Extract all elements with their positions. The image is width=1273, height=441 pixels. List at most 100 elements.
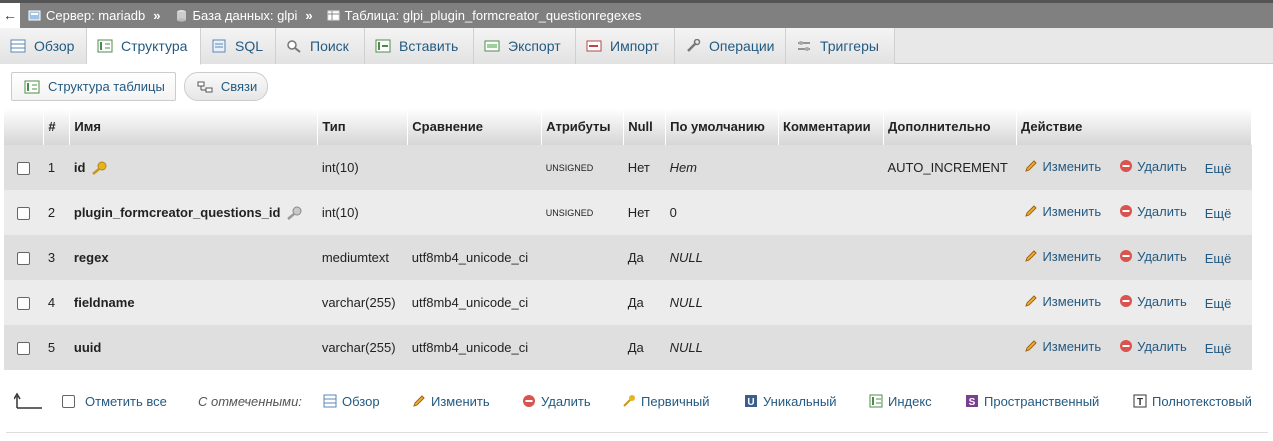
field-name[interactable]: plugin_formcreator_questions_id [74, 205, 281, 220]
edit-button[interactable]: Изменить [1024, 159, 1101, 174]
column-header[interactable]: Null [623, 108, 667, 145]
svg-text:S: S [969, 397, 976, 408]
triggers-icon [798, 41, 810, 51]
bulk-unique-label: Уникальный [763, 393, 837, 409]
delete-label: Удалить [1137, 203, 1187, 219]
row-checkbox[interactable] [17, 342, 31, 356]
row-actions: Изменить Удалить Ещё [1016, 325, 1252, 370]
column-header[interactable]: Дополнительно [883, 108, 1017, 145]
server-icon [28, 10, 41, 21]
field-collation [407, 190, 542, 235]
pencil-icon [1025, 160, 1038, 173]
subtab-table-structure[interactable]: Структура таблицы [11, 72, 176, 101]
row-checkbox[interactable] [17, 162, 31, 176]
bulk-browse-button[interactable]: Обзор [323, 394, 380, 409]
field-name-cell: regex [69, 235, 318, 280]
structure-table: # Имя Тип Сравнение Атрибуты Null По умо… [4, 108, 1253, 370]
wrench-icon [687, 39, 701, 52]
row-checkbox-cell [4, 325, 44, 370]
delete-button[interactable]: Удалить [1119, 294, 1187, 309]
subtab-relations[interactable]: Связи [183, 72, 269, 101]
tab-label: Структура [121, 38, 188, 54]
tab-operations[interactable]: Операции [675, 28, 786, 64]
breadcrumb-database[interactable]: База данных: glpi [175, 8, 297, 23]
more-button[interactable]: Ещё [1205, 161, 1232, 176]
table-row: 5 uuid varchar(255) utf8mb4_unicode_ci Да NUL… [4, 325, 1252, 370]
tab-sql[interactable]: SQL [201, 28, 276, 64]
edit-label: Изменить [1042, 203, 1102, 219]
tab-triggers[interactable]: Триггеры [786, 28, 895, 64]
delete-button[interactable]: Удалить [1119, 249, 1187, 264]
breadcrumb-server[interactable]: Сервер: mariadb [28, 8, 145, 23]
check-all[interactable]: Отметить все [62, 394, 167, 409]
edit-button[interactable]: Изменить [1024, 339, 1101, 354]
header-checkbox-cell [4, 108, 45, 145]
bulk-edit-button[interactable]: Изменить [412, 394, 490, 409]
tab-structure[interactable]: Структура [87, 28, 201, 65]
delete-label: Удалить [1137, 338, 1187, 354]
field-name[interactable]: fieldname [74, 295, 135, 310]
field-comments [778, 280, 884, 325]
tab-label: SQL [235, 38, 264, 54]
row-checkbox[interactable] [17, 297, 31, 311]
tab-insert[interactable]: Вставить [365, 28, 474, 64]
delete-button[interactable]: Удалить [1119, 339, 1187, 354]
more-button[interactable]: Ещё [1205, 341, 1232, 356]
edit-button[interactable]: Изменить [1024, 249, 1101, 264]
pencil-icon [1025, 250, 1038, 263]
column-header[interactable]: Сравнение [407, 108, 543, 145]
delete-button[interactable]: Удалить [1119, 204, 1187, 219]
edit-button[interactable]: Изменить [1024, 294, 1101, 309]
row-checkbox-cell [4, 235, 44, 280]
row-number: 4 [43, 280, 70, 325]
tab-browse[interactable]: Обзор [0, 28, 87, 64]
subtab-label: Связи [220, 79, 258, 94]
bulk-browse-label: Обзор [342, 393, 380, 409]
tab-import[interactable]: Импорт [576, 28, 675, 64]
database-icon [176, 10, 186, 22]
back-arrow-icon[interactable]: ← [0, 3, 20, 28]
bulk-unique-button[interactable]: U Уникальный [744, 394, 836, 409]
field-extra [883, 325, 1017, 370]
delete-button[interactable]: Удалить [1119, 159, 1187, 174]
field-default: 0 [665, 190, 779, 235]
check-all-checkbox[interactable] [62, 394, 75, 408]
field-name[interactable]: id [74, 160, 86, 175]
field-null: Нет [623, 145, 666, 190]
field-default: NULL [665, 280, 779, 325]
field-name-cell: plugin_formcreator_questions_id [69, 190, 318, 235]
column-header[interactable]: Тип [317, 108, 409, 145]
bulk-fulltext-label: Полнотекстовый [1152, 393, 1252, 409]
more-button[interactable]: Ещё [1205, 206, 1232, 221]
bulk-spatial-button[interactable]: S Пространственный [965, 394, 1099, 409]
check-all-label[interactable]: Отметить все [85, 394, 167, 409]
column-header[interactable]: Комментарии [778, 108, 884, 145]
field-attributes [541, 280, 624, 325]
breadcrumb-table[interactable]: Таблица: glpi_plugin_formcreator_questio… [327, 8, 641, 23]
column-header[interactable]: По умолчанию [665, 108, 780, 145]
column-header[interactable]: Атрибуты [541, 108, 625, 145]
table-header-row: # Имя Тип Сравнение Атрибуты Null По умо… [4, 108, 1253, 145]
more-button[interactable]: Ещё [1205, 296, 1232, 311]
column-header[interactable]: Имя [69, 108, 319, 145]
bulk-index-button[interactable]: Индекс [869, 394, 932, 409]
row-checkbox[interactable] [17, 252, 31, 266]
tab-search[interactable]: Поиск [276, 28, 365, 64]
field-default: NULL [665, 235, 779, 280]
bulk-primary-button[interactable]: Первичный [622, 394, 710, 409]
search-icon [287, 40, 301, 53]
field-name[interactable]: regex [74, 250, 109, 265]
field-name[interactable]: uuid [74, 340, 101, 355]
field-null: Да [623, 280, 666, 325]
more-button[interactable]: Ещё [1205, 251, 1232, 266]
breadcrumb: ← Сервер: mariadb » База данных: glpi » … [0, 0, 1273, 28]
row-checkbox[interactable] [17, 207, 31, 221]
delete-icon [1120, 295, 1133, 308]
bulk-fulltext-button[interactable]: T Полнотекстовый [1133, 394, 1252, 409]
edit-button[interactable]: Изменить [1024, 204, 1101, 219]
field-extra [883, 235, 1017, 280]
bulk-delete-button[interactable]: Удалить [522, 394, 591, 409]
tab-label: Обзор [34, 38, 75, 54]
tab-export[interactable]: Экспорт [474, 28, 576, 64]
breadcrumb-separator: » [305, 8, 313, 23]
